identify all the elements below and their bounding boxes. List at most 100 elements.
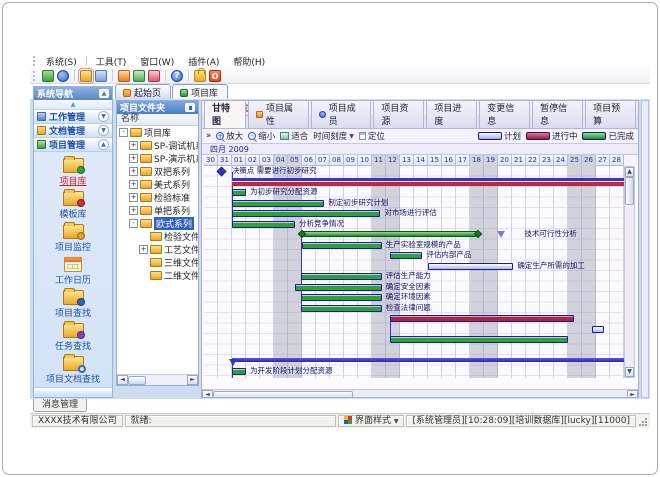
- sidebar-item-work-calendar[interactable]: 工作日历: [34, 255, 112, 288]
- tree-item[interactable]: +SP-演示机系列: [117, 152, 198, 165]
- globe-icon[interactable]: [57, 70, 69, 82]
- gantt-horizontal-scrollbar[interactable]: ◄ ►: [202, 389, 638, 398]
- task-bar[interactable]: [301, 294, 382, 301]
- network-icon[interactable]: [42, 70, 54, 82]
- task-bar[interactable]: [232, 368, 246, 375]
- menu-help[interactable]: 帮助(H): [226, 54, 272, 69]
- horizontal-scroll-thumb[interactable]: [213, 391, 353, 399]
- menu-system[interactable]: 系统(S): [39, 54, 84, 69]
- sidebar-section-work[interactable]: 工作管理▼: [34, 110, 112, 124]
- gantt-tab-properties[interactable]: 项目属性: [248, 100, 309, 128]
- project-summary-bar[interactable]: [232, 178, 624, 186]
- task-bar[interactable]: [390, 336, 568, 343]
- sidebar-item-project-doc-search[interactable]: 项目文档查找: [34, 354, 112, 387]
- sidebar-item-project-monitor[interactable]: 项目监控: [34, 222, 112, 255]
- tree-item[interactable]: +SP-调试机系列: [117, 139, 198, 152]
- tree-item[interactable]: +工艺文件: [117, 243, 198, 256]
- sidebar-scroll-up-icon[interactable]: ▲: [34, 100, 112, 110]
- tree-item[interactable]: +双把系列: [117, 165, 198, 178]
- chevron-down-icon[interactable]: ▼: [98, 111, 109, 122]
- menu-window[interactable]: 窗口(W): [133, 54, 181, 69]
- task-bar[interactable]: [232, 189, 246, 196]
- gantt-tab-resources[interactable]: 项目资源: [373, 100, 424, 128]
- gantt-tab-gantt[interactable]: 甘特图: [204, 100, 246, 128]
- task-bar[interactable]: [390, 252, 422, 259]
- task-bar[interactable]: [302, 242, 382, 249]
- scroll-down-icon[interactable]: ▼: [625, 367, 634, 377]
- scroll-left-icon[interactable]: ◄: [117, 375, 128, 385]
- zoom-out-button[interactable]: -缩小: [248, 130, 275, 142]
- sidebar-collapsed-section[interactable]: [34, 387, 112, 395]
- gantt-chart-body[interactable]: 决策点 需要进行初步研究为初步研究分配资源制定初步研究计划对市场进行评估分析竞争…: [204, 166, 624, 378]
- tree-expander-icon[interactable]: -: [129, 219, 138, 228]
- mail-alert-icon[interactable]: [148, 70, 160, 82]
- task-bar[interactable]: [232, 221, 295, 228]
- task-bar[interactable]: [301, 273, 382, 280]
- tree-scroll-thumb[interactable]: [128, 376, 146, 385]
- tree-expander-icon[interactable]: -: [119, 128, 128, 137]
- tree-expander-icon[interactable]: +: [129, 180, 138, 189]
- task-bar[interactable]: [428, 263, 513, 270]
- toolbar-overflow-icon[interactable]: »: [206, 131, 211, 141]
- milestone-marker[interactable]: [217, 167, 227, 177]
- tree-expander-icon[interactable]: +: [139, 245, 148, 254]
- ui-style-dropdown[interactable]: 界面样式 ▼: [338, 415, 405, 427]
- folder-open-icon[interactable]: [80, 70, 92, 82]
- lock-icon[interactable]: [194, 70, 206, 82]
- message-manager-tab[interactable]: 消息管理: [33, 399, 87, 412]
- tree-item[interactable]: +单把系列: [117, 204, 198, 217]
- resize-grip[interactable]: [638, 415, 648, 427]
- sidebar-item-template-library[interactable]: 模板库: [34, 189, 112, 222]
- locate-button[interactable]: 定位: [359, 130, 385, 142]
- tree-item[interactable]: -欧式系列: [117, 217, 198, 230]
- scroll-right-icon[interactable]: ►: [187, 375, 198, 385]
- tree-item[interactable]: 检验文件: [117, 230, 198, 243]
- scroll-left-icon[interactable]: ◄: [202, 390, 213, 398]
- tree-column-header[interactable]: 名称: [117, 114, 198, 126]
- tree-expander-icon[interactable]: +: [129, 193, 138, 202]
- zoom-in-button[interactable]: +放大: [216, 130, 243, 142]
- collapsed-side-panel[interactable]: [641, 100, 649, 398]
- toolbar-grip[interactable]: [33, 71, 36, 81]
- gantt-tab-members[interactable]: 项目成员: [311, 100, 372, 128]
- scroll-up-icon[interactable]: ▲: [625, 167, 634, 177]
- sidebar-section-docs[interactable]: 文档管理▼: [34, 124, 112, 138]
- gantt-vertical-scrollbar[interactable]: ▲ ▼: [624, 166, 635, 378]
- tree-expander-icon[interactable]: +: [129, 154, 138, 163]
- task-bar[interactable]: [232, 200, 324, 207]
- chevron-down-icon[interactable]: ▼: [98, 125, 109, 136]
- tree-item[interactable]: +美式系列: [117, 178, 198, 191]
- task-bar[interactable]: [295, 284, 382, 291]
- tree-item[interactable]: 三维文件: [117, 256, 198, 269]
- sidebar-item-project-library[interactable]: 项目库: [34, 156, 112, 189]
- task-bar[interactable]: [301, 305, 382, 312]
- gantt-tab-changes[interactable]: 变更信息: [479, 100, 530, 128]
- power-icon[interactable]: O: [209, 70, 221, 82]
- pin-icon[interactable]: [185, 103, 195, 112]
- sidebar-collapse-icon[interactable]: ▲: [99, 89, 109, 98]
- completed-summary-bar[interactable]: [302, 231, 478, 237]
- phase-summary-bar[interactable]: [232, 358, 624, 362]
- gantt-tab-progress[interactable]: 项目进度: [426, 100, 477, 128]
- task-bar[interactable]: [390, 315, 573, 322]
- sidebar-section-project[interactable]: 项目管理▲: [34, 138, 112, 152]
- tree-horizontal-scrollbar[interactable]: ◄ ►: [117, 374, 198, 385]
- task-bar[interactable]: [592, 326, 605, 333]
- help-icon[interactable]: ?: [171, 70, 183, 82]
- menu-grip[interactable]: [33, 56, 36, 66]
- sidebar-item-task-search[interactable]: 任务查找: [34, 321, 112, 354]
- menu-plugins[interactable]: 插件(A): [181, 54, 226, 69]
- tab-library[interactable]: 项目库: [172, 84, 228, 99]
- tree-item[interactable]: 二维文件: [117, 269, 198, 282]
- gantt-tab-budget[interactable]: 项目预算: [585, 100, 636, 128]
- fit-button[interactable]: 适合: [280, 130, 308, 142]
- sidebar-item-project-search[interactable]: 项目查找: [34, 288, 112, 321]
- vertical-scroll-thumb[interactable]: [625, 177, 634, 205]
- mail-new-icon[interactable]: [118, 70, 130, 82]
- gantt-tab-pauses[interactable]: 暂停信息: [532, 100, 583, 128]
- tree-expander-icon[interactable]: +: [129, 141, 138, 150]
- tree-item[interactable]: -项目库: [117, 126, 198, 139]
- menu-tools[interactable]: 工具(T): [89, 54, 134, 69]
- task-bar[interactable]: [232, 210, 380, 217]
- timescale-dropdown[interactable]: 时间刻度▼: [313, 130, 354, 142]
